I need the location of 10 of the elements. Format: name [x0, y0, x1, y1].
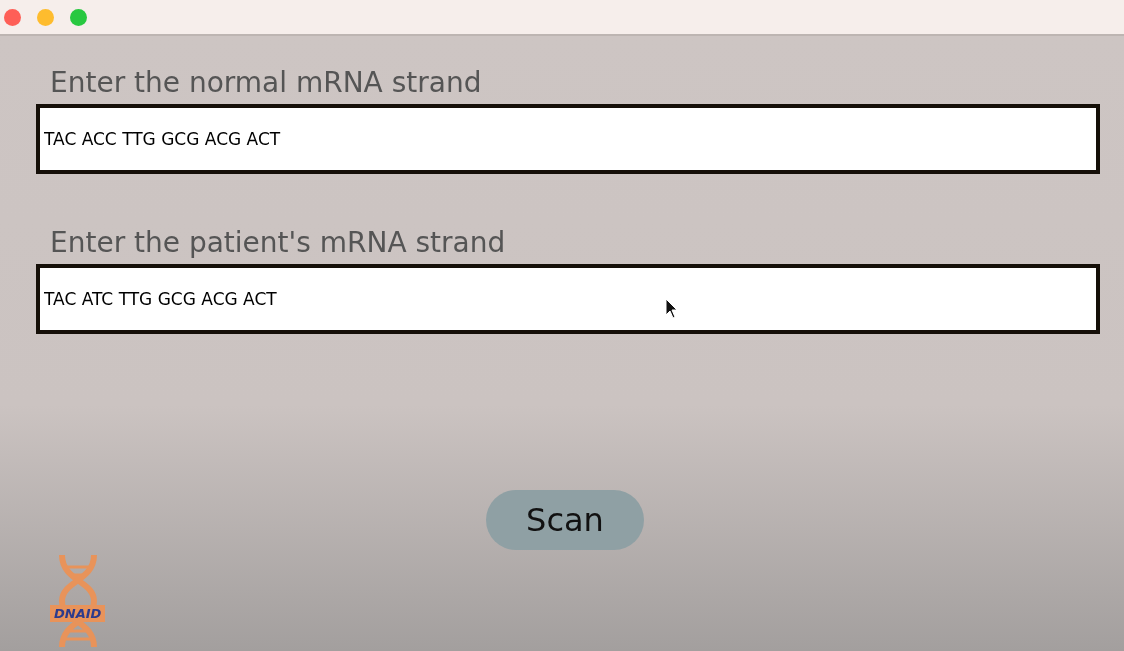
scan-button[interactable]: Scan: [486, 490, 644, 550]
mouse-pointer-icon: [665, 298, 679, 320]
input-field[interactable]: TAC ACC TTG GCG ACG ACT: [36, 104, 1100, 174]
logo-text: DNAID: [50, 605, 106, 622]
minimize-button[interactable]: [37, 8, 54, 26]
input-field[interactable]: TAC ATC TTG GCG ACG ACT: [36, 264, 1100, 334]
close-button[interactable]: [4, 8, 21, 26]
field-label: Enter the normal mRNA strand: [50, 66, 483, 100]
zoom-button[interactable]: [70, 8, 87, 26]
field-label: Enter the patient's mRNA strand: [50, 226, 507, 260]
